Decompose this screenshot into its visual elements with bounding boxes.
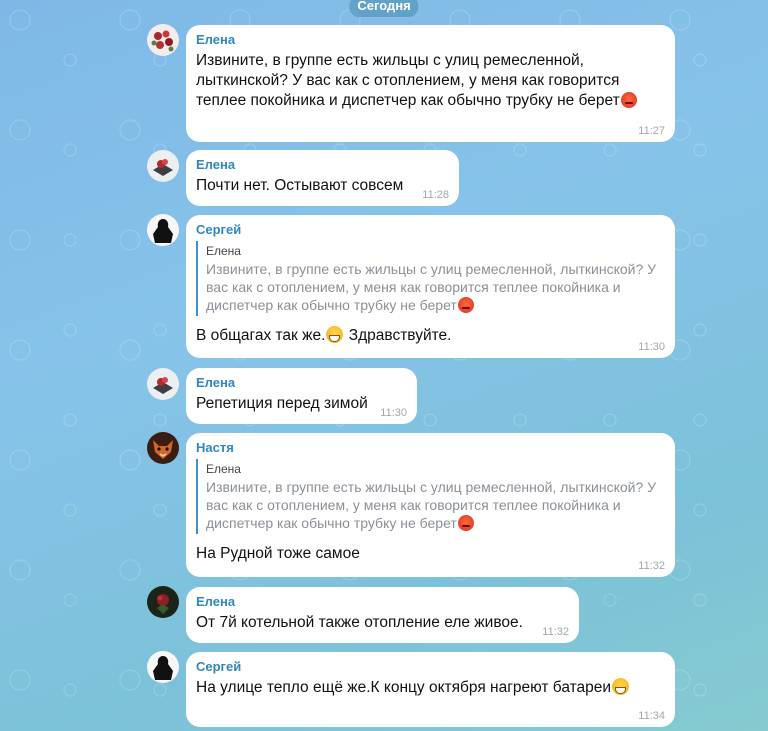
reply-quote[interactable]: Елена Извините, в группе есть жильцы с у… <box>196 241 665 316</box>
reply-author: Елена <box>206 244 241 258</box>
message-time: 11:28 <box>422 189 449 201</box>
sender-name[interactable]: Елена <box>196 157 449 173</box>
message-bubble[interactable]: Елена Извините, в группе есть жильцы с у… <box>186 25 675 142</box>
avatar[interactable] <box>147 368 179 400</box>
message-time: 11:34 <box>638 710 665 722</box>
sender-name[interactable]: Елена <box>196 32 665 48</box>
message-text: От 7й котельной также отопление еле живо… <box>196 614 523 631</box>
message-bubble[interactable]: Елена Репетиция перед зимой 11:30 <box>186 368 417 424</box>
angry-face-icon <box>457 297 474 313</box>
message-bubble[interactable]: Настя Елена Извините, в группе есть жиль… <box>186 433 675 577</box>
message-bubble[interactable]: Елена От 7й котельной также отопление ел… <box>186 587 579 643</box>
message-time: 11:32 <box>542 626 569 638</box>
avatar[interactable] <box>147 432 179 464</box>
sender-name[interactable]: Елена <box>196 375 407 391</box>
message-text: Почти нет. Остывают совсем <box>196 177 404 194</box>
reply-text: Извините, в группе есть жильцы с улиц ре… <box>206 261 657 313</box>
sender-name[interactable]: Сергей <box>196 222 665 238</box>
sender-name[interactable]: Сергей <box>196 659 665 675</box>
message-text: В общагах так же. Здравствуйте. <box>196 326 452 344</box>
reply-quote[interactable]: Елена Извините, в группе есть жильцы с у… <box>196 459 665 534</box>
message-text: На улице тепло ещё же.К концу октября на… <box>196 678 665 698</box>
date-divider: Сегодня <box>349 0 419 17</box>
sender-name[interactable]: Настя <box>196 440 665 456</box>
avatar[interactable] <box>147 24 179 56</box>
avatar[interactable] <box>147 214 179 246</box>
message-bubble[interactable]: Сергей Елена Извините, в группе есть жил… <box>186 215 675 358</box>
message-text: На Рудной тоже самое <box>196 545 360 562</box>
message-time: 11:30 <box>638 341 665 353</box>
angry-face-icon <box>620 92 637 108</box>
message-text: Репетиция перед зимой <box>196 395 368 412</box>
message-bubble[interactable]: Елена Почти нет. Остывают совсем 11:28 <box>186 150 459 206</box>
message-time: 11:27 <box>638 125 665 137</box>
sender-name[interactable]: Елена <box>196 594 569 610</box>
grinning-face-icon <box>326 326 344 343</box>
angry-face-icon <box>457 515 474 531</box>
message-text: Извините, в группе есть жильцы с улиц ре… <box>196 51 665 111</box>
grinning-face-icon <box>612 678 630 695</box>
reply-text: Извините, в группе есть жильцы с улиц ре… <box>206 479 657 531</box>
avatar[interactable] <box>147 150 179 182</box>
reply-author: Елена <box>206 462 241 476</box>
message-time: 11:30 <box>380 407 407 419</box>
message-time: 11:32 <box>638 560 665 572</box>
message-bubble[interactable]: Сергей На улице тепло ещё же.К концу окт… <box>186 652 675 727</box>
avatar[interactable] <box>147 586 179 618</box>
avatar[interactable] <box>147 651 179 683</box>
